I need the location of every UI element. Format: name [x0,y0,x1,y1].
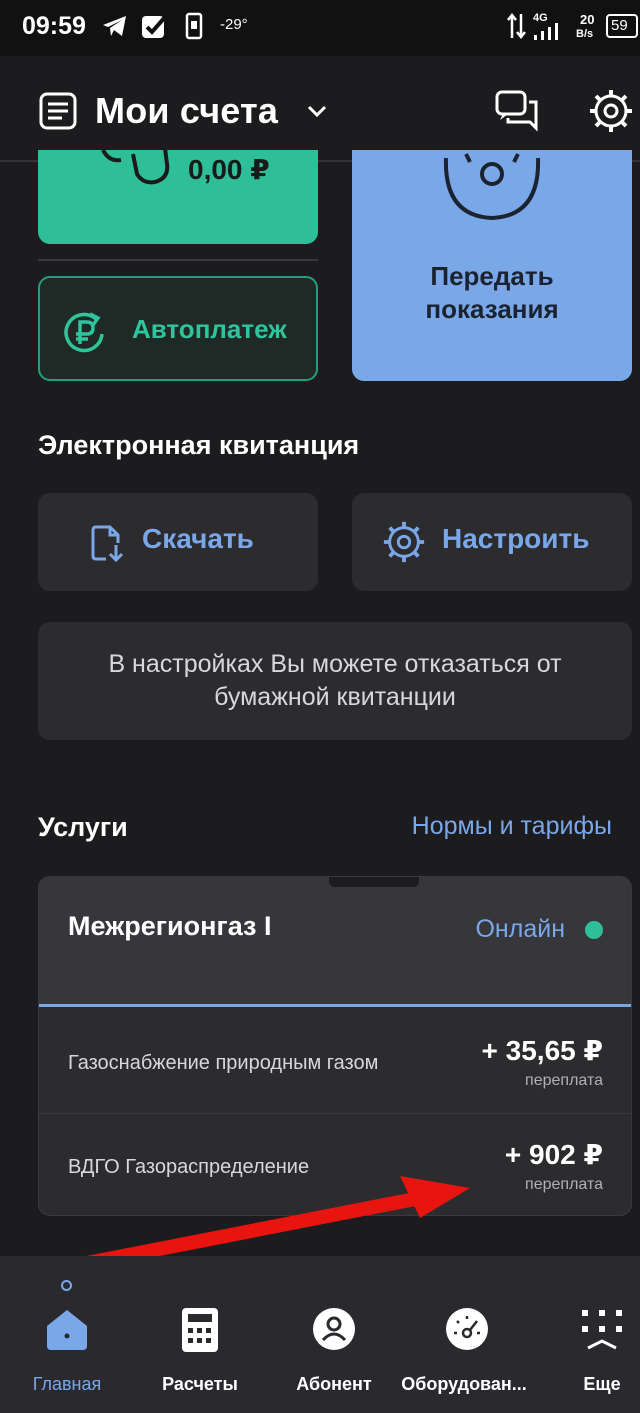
wallet-hand-icon [101,150,170,185]
signal-icon [534,23,558,40]
receipt-section-title: Электронная квитанция [38,430,360,460]
services-card[interactable]: Межрегионгаз I Онлайн Газоснабжение прир… [38,876,632,1216]
user-icon [313,1308,355,1350]
nav-label: Главная [32,1374,102,1394]
download-receipt-button[interactable]: Скачать [38,493,318,591]
online-status-dot [585,921,603,939]
checkbox-app-icon [142,14,168,38]
autopay-label: Автоплатеж [132,314,287,344]
service-note: переплата [525,1176,603,1193]
status-bar: 09:59 -29° 4G 20 B/s 59 [0,0,640,56]
services-card-header: Межрегионгаз I Онлайн [39,877,631,1007]
configure-label: Настроить [442,523,590,554]
nav-home[interactable]: Главная [0,1256,134,1413]
balance-amount: 0,00 ₽ [188,154,270,185]
meter-face-icon [443,153,541,221]
configure-receipt-button[interactable]: Настроить [352,493,632,591]
nav-payments[interactable]: Расчеты [130,1256,270,1413]
submit-readings-label: Передать показания [352,260,632,326]
receipt-info-line1: В настройках Вы можете отказаться от [108,650,562,678]
app-header: Мои счета [0,56,640,162]
more-grid-icon [582,1310,622,1350]
settings-gear-icon[interactable] [588,88,634,134]
status-temperature: -29° [220,16,248,33]
nav-more[interactable]: Еще [532,1256,640,1413]
home-icon [47,1310,87,1350]
nav-label: Расчеты [162,1374,238,1394]
battery-icon: 59 [606,14,638,38]
provider-name: Межрегионгаз I [68,911,272,941]
status-time: 09:59 [22,12,86,40]
speed-unit: B/s [576,28,594,40]
accounts-list-icon[interactable] [38,91,78,131]
chevron-down-icon[interactable] [306,104,328,118]
download-file-icon [91,525,124,563]
services-section-title: Услуги [38,812,128,842]
autopay-button[interactable]: Автоплатеж [38,276,318,381]
bottom-navigation: Главная Расчеты Абонент Оборудован... Ещ… [0,1256,640,1413]
provider-status: Онлайн [475,915,565,943]
nav-equipment[interactable]: Оборудован... [396,1256,536,1413]
nav-label: Оборудован... [401,1374,527,1394]
ruble-cycle-icon [64,312,104,353]
gauge-icon [446,1308,488,1350]
phone-icon [185,12,203,40]
nav-label: Еще [583,1374,621,1394]
service-note: переплата [525,1072,603,1089]
submit-readings-card[interactable]: Передать показания [352,150,632,381]
service-amount: + 35,65 ₽ [481,1035,603,1066]
data-transfer-icon [507,12,526,40]
tariffs-link[interactable]: Нормы и тарифы [412,812,612,841]
speed-value: 20 [580,12,595,27]
service-name: Газоснабжение природным газом [68,1052,379,1074]
receipt-info-line2: бумажной квитанции [214,683,456,711]
calculator-icon [182,1308,218,1352]
receipt-info-box: В настройках Вы можете отказаться от бум… [38,622,632,740]
balance-card[interactable]: 0,00 ₽ [38,150,318,244]
nav-subscriber[interactable]: Абонент [264,1256,404,1413]
active-indicator-dot [61,1280,72,1291]
settings-gear-icon [383,521,425,563]
submit-readings-line1: Передать [430,261,554,291]
battery-level: 59 [611,17,628,34]
chat-icon[interactable] [494,88,540,134]
service-row[interactable]: Газоснабжение природным газом + 35,65 ₽ … [39,1010,631,1114]
download-label: Скачать [142,523,254,554]
service-amount: + 902 ₽ [504,1139,603,1170]
page-title[interactable]: Мои счета [95,90,278,132]
nav-label: Абонент [296,1374,372,1394]
divider [38,259,318,261]
telegram-icon [103,16,126,36]
submit-readings-line2: показания [425,294,559,324]
header-notch [329,877,419,887]
